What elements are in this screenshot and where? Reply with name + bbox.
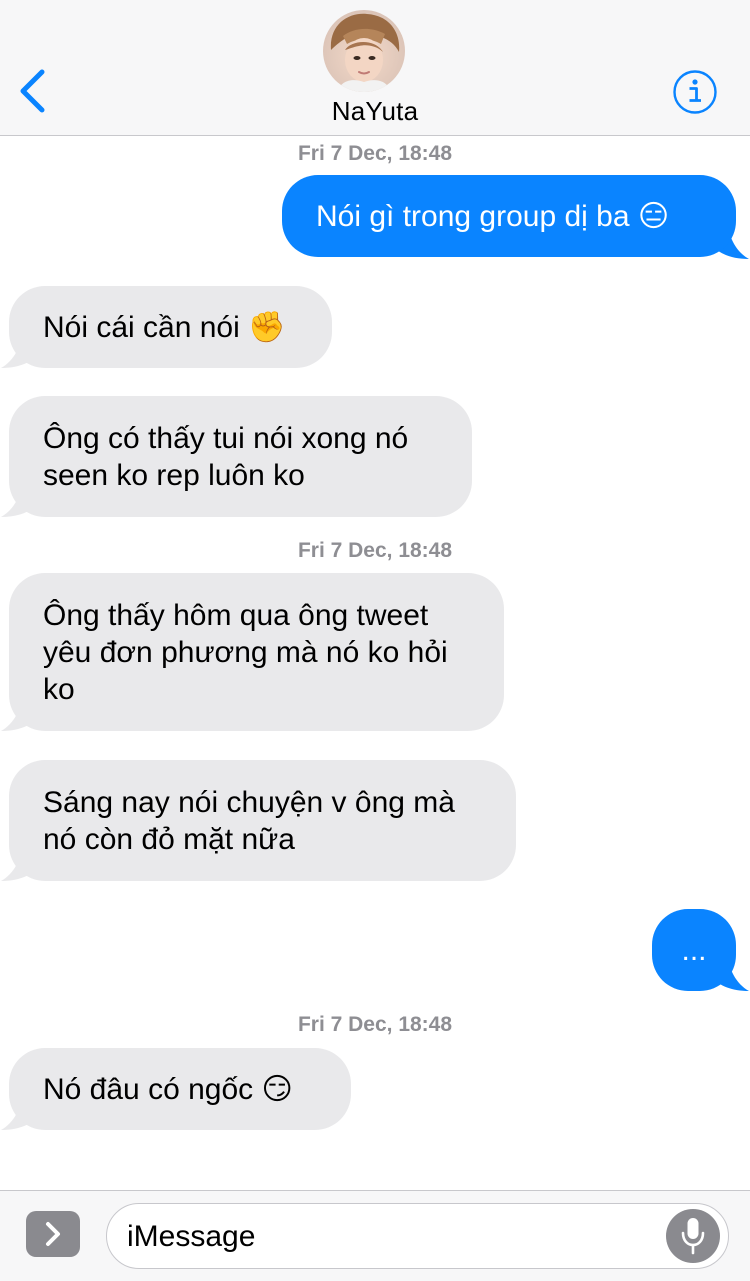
message-text: Nó đâu có ngốc 😏 — [43, 1072, 293, 1106]
message-bubble[interactable]: Sáng nay nói chuyện v ông mà nó còn đỏ m… — [9, 760, 516, 881]
chevron-right-icon — [46, 1222, 60, 1246]
contact-name[interactable]: NaYuta — [0, 96, 750, 127]
message-bubble[interactable]: Nó đâu có ngốc 😏 — [9, 1048, 351, 1130]
timestamp: Fri 7 Dec, 18:48 — [297, 142, 453, 165]
message-bubble[interactable]: Nói cái cần nói ✊ — [9, 286, 332, 368]
info-icon — [673, 70, 717, 114]
dictation-button[interactable] — [666, 1209, 720, 1263]
info-button[interactable] — [671, 68, 719, 116]
timestamp: Fri 7 Dec, 18:48 — [297, 1013, 453, 1036]
message-bubble[interactable]: Nói gì trong group dị ba 😑 — [282, 175, 736, 257]
message-input[interactable]: iMessage — [106, 1203, 729, 1269]
message-text: Nói cái cần nói ✊ — [43, 310, 286, 344]
apps-button[interactable] — [26, 1211, 80, 1257]
conversation-header: NaYuta — [0, 0, 750, 136]
message-text: Ông có thấy tui nói xong nó seen ko rep … — [43, 421, 409, 492]
message-bubble[interactable]: Ông có thấy tui nói xong nó seen ko rep … — [9, 396, 472, 517]
message-text: Nói gì trong group dị ba 😑 — [316, 199, 670, 233]
message-text: ... — [681, 933, 707, 967]
message-text: Ông thấy hôm qua ông tweet yêu đơn phươn… — [43, 598, 448, 706]
message-input-bar: iMessage — [0, 1190, 750, 1281]
avatar-image — [323, 10, 405, 92]
message-placeholder: iMessage — [127, 1220, 256, 1253]
message-text: Sáng nay nói chuyện v ông mà nó còn đỏ m… — [43, 785, 455, 856]
message-bubble[interactable]: Ông thấy hôm qua ông tweet yêu đơn phươn… — [9, 573, 504, 731]
contact-avatar[interactable] — [323, 10, 405, 92]
microphone-icon — [681, 1218, 705, 1255]
timestamp: Fri 7 Dec, 18:48 — [297, 539, 453, 562]
message-bubble[interactable]: ... — [652, 909, 736, 991]
